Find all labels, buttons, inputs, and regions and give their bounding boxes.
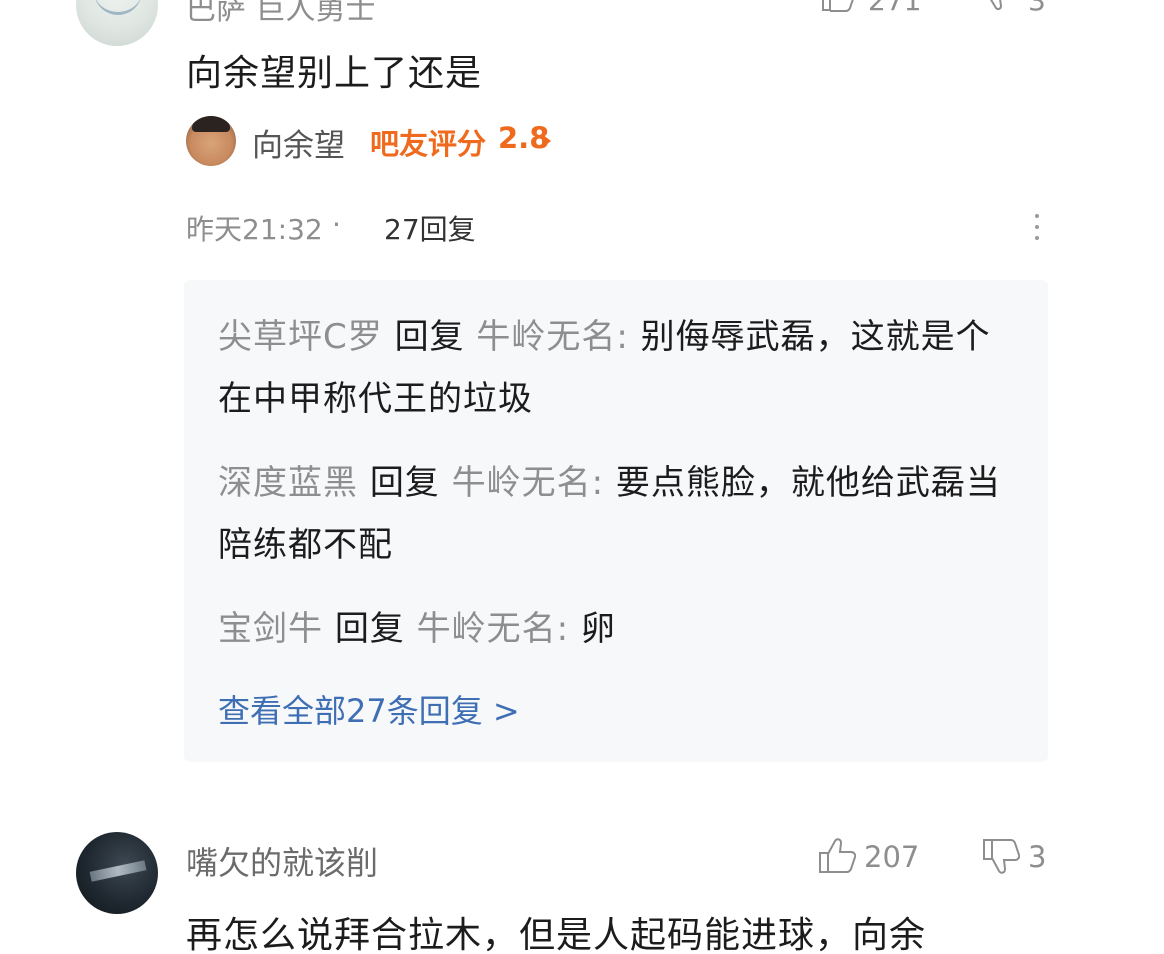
reply-keyword: 回复	[334, 609, 405, 649]
thumbs-down-icon[interactable]	[980, 0, 1018, 12]
view-all-replies-link[interactable]: 查看全部27条回复 >	[218, 686, 520, 732]
dislike-count: 3	[1028, 0, 1046, 17]
thumbs-down-icon[interactable]	[980, 836, 1020, 876]
reply-item[interactable]: 宝剑牛 回复 牛岭无名: 卵	[218, 598, 1018, 660]
comment-timestamp: 昨天21:32	[186, 213, 323, 246]
comment-username[interactable]: 嘴欠的就该削	[186, 838, 378, 884]
user-avatar[interactable]	[76, 832, 158, 914]
reply-author[interactable]: 尖草坪C罗	[218, 317, 383, 357]
reply-target[interactable]: 牛岭无名:	[417, 609, 569, 649]
thumbs-up-icon[interactable]	[820, 0, 858, 12]
mention-name[interactable]: 向余望	[252, 120, 345, 165]
reply-target[interactable]: 牛岭无名:	[452, 463, 604, 503]
like-count: 271	[868, 0, 922, 17]
comment-text: 再怎么说拜合拉木，但是人起码能进球，向余	[186, 915, 927, 954]
user-avatar[interactable]	[76, 0, 158, 46]
reply-author[interactable]: 深度蓝黑	[218, 463, 358, 503]
dislike-count: 3	[1028, 840, 1047, 874]
reply-item[interactable]: 深度蓝黑 回复 牛岭无名: 要点熊脸，就他给武磊当陪练都不配	[218, 452, 1018, 576]
more-vertical-icon[interactable]	[1030, 214, 1044, 244]
triangle-right-icon[interactable]	[542, 134, 551, 148]
meta-separator: ·	[332, 208, 341, 241]
reply-item[interactable]: 尖草坪C罗 回复 牛岭无名: 别侮辱武磊，这就是个在中甲称代王的垃圾	[218, 306, 1018, 430]
reply-keyword: 回复	[369, 463, 440, 503]
reply-target[interactable]: 牛岭无名:	[476, 317, 628, 357]
mention-avatar[interactable]	[186, 116, 236, 166]
reply-thread: 尖草坪C罗 回复 牛岭无名: 别侮辱武磊，这就是个在中甲称代王的垃圾 深度蓝黑 …	[184, 280, 1048, 762]
reply-author[interactable]: 宝剑牛	[218, 609, 323, 649]
comment-feed: 巴萨 巨人勇士 271 3 向余望别上了还是 向余望 吧友评分 2.8 昨天21…	[0, 0, 1164, 954]
reply-text: 卵	[580, 609, 616, 649]
rating-label[interactable]: 吧友评分	[370, 121, 486, 163]
thumbs-up-icon[interactable]	[816, 836, 856, 876]
comment-username[interactable]: 巴萨 巨人勇士	[186, 0, 376, 28]
comment-text: 向余望别上了还是	[186, 53, 483, 94]
like-count: 207	[864, 840, 920, 874]
reply-count-button[interactable]: 27回复	[384, 208, 476, 248]
reply-keyword: 回复	[394, 317, 465, 357]
